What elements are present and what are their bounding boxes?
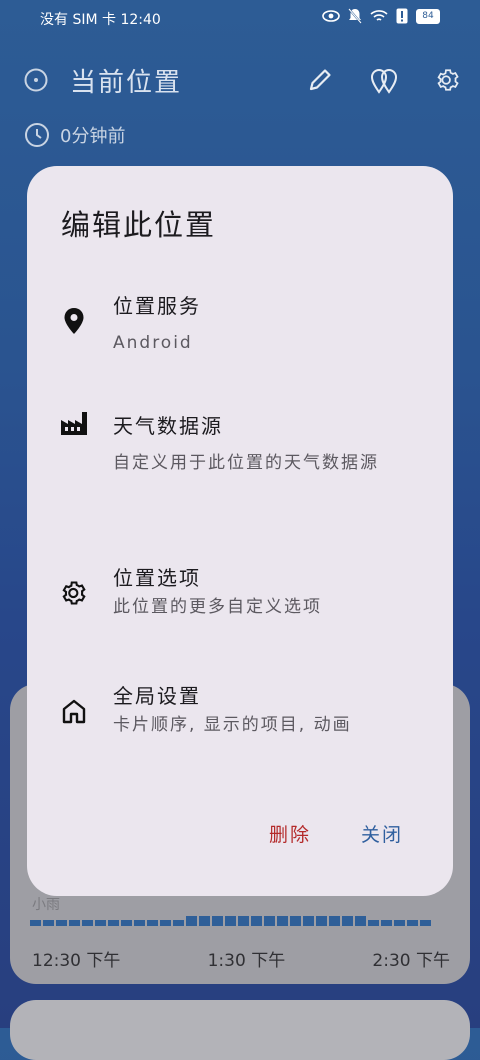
edit-location-dialog: 编辑此位置 位置服务 Android 天气数据源 自定义用于此位置的天气数据源 … <box>27 166 453 896</box>
menu-item-subtitle: 自定义用于此位置的天气数据源 <box>113 453 379 473</box>
menu-item-title: 位置服务 <box>113 294 201 318</box>
gear-icon <box>59 578 89 608</box>
menu-item-title: 天气数据源 <box>113 414 223 438</box>
home-icon <box>59 696 89 726</box>
menu-item-location-options[interactable]: 位置选项 此位置的更多自定义选项 <box>27 558 453 638</box>
factory-icon <box>59 408 89 438</box>
dialog-title: 编辑此位置 <box>61 208 217 242</box>
dialog-actions: 删除 关闭 <box>269 820 403 847</box>
menu-item-subtitle: 此位置的更多自定义选项 <box>113 597 322 617</box>
menu-item-subtitle: Android <box>113 333 193 353</box>
menu-item-weather-source[interactable]: 天气数据源 自定义用于此位置的天气数据源 <box>27 406 453 516</box>
menu-item-subtitle: 卡片顺序, 显示的项目, 动画 <box>113 715 352 735</box>
menu-item-title: 全局设置 <box>113 684 201 708</box>
delete-button[interactable]: 删除 <box>269 820 311 847</box>
close-button[interactable]: 关闭 <box>361 820 403 847</box>
menu-item-title: 位置选项 <box>113 566 201 590</box>
location-pin-icon <box>59 306 89 336</box>
menu-item-global-settings[interactable]: 全局设置 卡片顺序, 显示的项目, 动画 <box>27 676 453 756</box>
menu-item-location-service[interactable]: 位置服务 Android <box>27 286 453 366</box>
